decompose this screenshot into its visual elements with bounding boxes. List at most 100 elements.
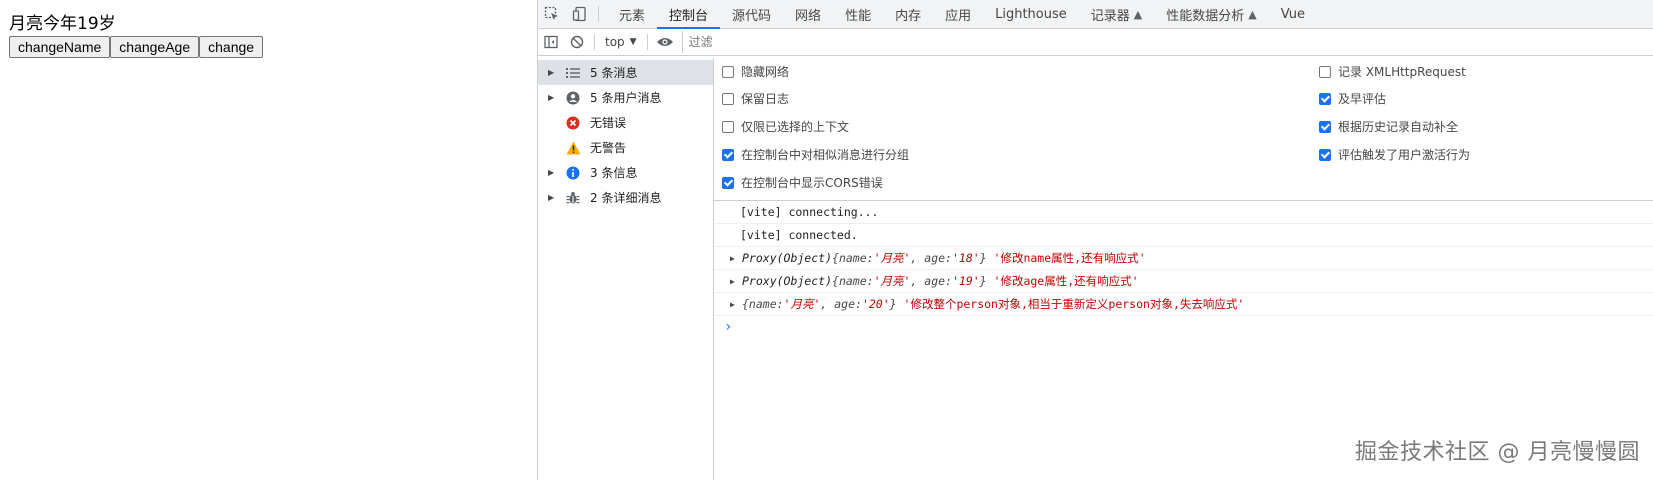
inspect-element-icon[interactable] [538, 0, 566, 28]
change-age-button[interactable]: changeAge [110, 36, 200, 58]
setting-label: 隐藏网络 [741, 65, 790, 79]
sidebar-item-user-messages[interactable]: ▶ 5 条用户消息 [538, 85, 713, 110]
name-value: '月亮' [783, 297, 821, 311]
console-output: [vite] connecting... [vite] connected. ▶… [714, 201, 1653, 480]
setting-label: 评估触发了用户激活行为 [1338, 148, 1471, 162]
separator: , age: [910, 274, 952, 288]
tab-label: 源代码 [732, 8, 772, 24]
setting-preserve-log[interactable]: 保留日志 [722, 90, 789, 107]
checkbox-checked[interactable] [1319, 148, 1331, 161]
page-title: 月亮今年19岁 [9, 14, 116, 34]
experimental-flask-icon: ▲ [1248, 7, 1257, 21]
console-toolbar: top ▼ [538, 29, 1653, 56]
info-icon [566, 166, 590, 180]
console-main: 隐藏网络 保留日志 仅限已选择的上下文 在控制台中对相似消息进行分组 在控制台中… [714, 58, 1653, 480]
expand-arrow-icon[interactable]: ▶ [548, 93, 566, 102]
tab-performance-insights[interactable]: 性能数据分析 ▲ [1154, 0, 1268, 28]
separator: , age: [820, 297, 862, 311]
object-type: Proxy(Object) [742, 274, 833, 288]
checkbox[interactable] [722, 92, 734, 105]
tab-sources[interactable]: 源代码 [720, 0, 783, 28]
change-button[interactable]: change [199, 36, 264, 58]
brace: } [889, 297, 904, 311]
tab-label: 性能数据分析 [1166, 8, 1245, 24]
experimental-flask-icon: ▲ [1133, 7, 1143, 21]
expand-arrow-icon[interactable]: ▶ [730, 277, 738, 286]
devtools-panel: 元素 控制台 源代码 网络 性能 内存 应用 Lighthouse 记录器 ▲ 性… [537, 0, 1653, 480]
live-expression-eye-icon[interactable] [652, 29, 678, 55]
tab-label: 控制台 [669, 8, 709, 24]
console-message: [vite] connecting... [714, 201, 1653, 224]
setting-label: 记录 XMLHttpRequest [1338, 65, 1466, 79]
sidebar-item-verbose[interactable]: ▶ 2 条详细消息 [538, 185, 713, 210]
setting-group-similar[interactable]: 在控制台中对相似消息进行分组 [722, 146, 909, 163]
name-value: '月亮' [873, 274, 911, 288]
tab-label: Lighthouse [995, 6, 1067, 22]
setting-hide-network[interactable]: 隐藏网络 [722, 63, 789, 80]
separator: , age: [910, 251, 952, 265]
sidebar-item-label: 无错误 [590, 116, 627, 130]
sidebar-item-errors[interactable]: ▶ 无错误 [538, 110, 713, 135]
tab-console[interactable]: 控制台 [657, 0, 721, 29]
tab-performance[interactable]: 性能 [833, 0, 883, 28]
user-icon [566, 91, 590, 105]
context-selector[interactable]: top ▼ [599, 32, 643, 52]
tab-network[interactable]: 网络 [783, 0, 833, 28]
caret-down-icon: ▼ [629, 37, 637, 47]
sidebar-item-warnings[interactable]: ▶ 无警告 [538, 135, 713, 160]
expand-arrow-icon[interactable]: ▶ [730, 300, 738, 309]
console-log-object[interactable]: ▶ Proxy(Object) {name: '月亮', age: '18'} … [714, 247, 1653, 270]
tab-label: 性能 [845, 8, 872, 24]
tab-label: 应用 [945, 8, 972, 24]
log-string: '修改整个person对象,相当于重新定义person对象,失去响应式' [903, 297, 1245, 311]
console-prompt[interactable]: › [714, 316, 1653, 338]
watermark: 掘金技术社区 @ 月亮慢慢圆 [1355, 440, 1640, 465]
console-settings: 隐藏网络 保留日志 仅限已选择的上下文 在控制台中对相似消息进行分组 在控制台中… [714, 58, 1653, 201]
setting-autocomplete-history[interactable]: 根据历史记录自动补全 [1319, 118, 1458, 135]
brace: } [979, 274, 994, 288]
sidebar-item-info[interactable]: ▶ 3 条信息 [538, 160, 713, 185]
checkbox[interactable] [1319, 65, 1331, 78]
toolbar-divider [646, 34, 648, 50]
checkbox-checked[interactable] [722, 176, 734, 189]
console-log-object[interactable]: ▶ {name: '月亮', age: '20'} '修改整个person对象,… [714, 293, 1653, 316]
expand-arrow-icon[interactable]: ▶ [548, 168, 566, 177]
tab-application[interactable]: 应用 [933, 0, 983, 28]
filter-input[interactable] [681, 31, 1653, 53]
expand-arrow-icon[interactable]: ▶ [548, 68, 566, 77]
setting-user-activation-eval[interactable]: 评估触发了用户激活行为 [1319, 146, 1470, 163]
tab-elements[interactable]: 元素 [607, 0, 657, 28]
console-sidebar: ▶ 5 条消息 ▶ 5 条用户消息 ▶ 无错误 ▶ 无警告 ▶ [538, 58, 714, 480]
checkbox[interactable] [722, 120, 734, 133]
device-toolbar-icon[interactable] [566, 0, 594, 28]
expand-arrow-icon[interactable]: ▶ [730, 254, 738, 263]
checkbox-checked[interactable] [722, 148, 734, 161]
app-page: 月亮今年19岁 changeName changeAge change [0, 0, 537, 480]
brace: } [979, 251, 994, 265]
tab-memory[interactable]: 内存 [883, 0, 933, 28]
setting-selected-context-only[interactable]: 仅限已选择的上下文 [722, 118, 849, 135]
sidebar-toggle-icon[interactable] [538, 29, 564, 55]
setting-log-xmlhttprequest[interactable]: 记录 XMLHttpRequest [1319, 63, 1466, 80]
change-name-button[interactable]: changeName [9, 36, 111, 58]
setting-label: 仅限已选择的上下文 [741, 120, 850, 134]
clear-console-icon[interactable] [564, 29, 590, 55]
setting-show-cors-errors[interactable]: 在控制台中显示CORS错误 [722, 174, 883, 191]
tab-vue[interactable]: Vue [1269, 0, 1317, 28]
checkbox-checked[interactable] [1319, 92, 1331, 105]
tab-recorder[interactable]: 记录器 ▲ [1079, 0, 1154, 28]
tab-label: 内存 [895, 8, 922, 24]
sidebar-item-messages[interactable]: ▶ 5 条消息 [538, 60, 713, 85]
checkbox[interactable] [722, 65, 734, 78]
expand-arrow-icon[interactable]: ▶ [548, 193, 566, 202]
object-type: Proxy(Object) [742, 251, 833, 265]
tab-lighthouse[interactable]: Lighthouse [983, 0, 1079, 28]
warning-icon [566, 141, 590, 155]
log-string: '修改age属性,还有响应式' [993, 274, 1139, 288]
console-log-object[interactable]: ▶ Proxy(Object) {name: '月亮', age: '19'} … [714, 270, 1653, 293]
tab-label: 元素 [619, 8, 646, 24]
checkbox-checked[interactable] [1319, 120, 1331, 133]
setting-eager-evaluation[interactable]: 及早评估 [1319, 90, 1386, 107]
tab-label: 网络 [795, 8, 822, 24]
tabbar-divider [598, 6, 599, 22]
